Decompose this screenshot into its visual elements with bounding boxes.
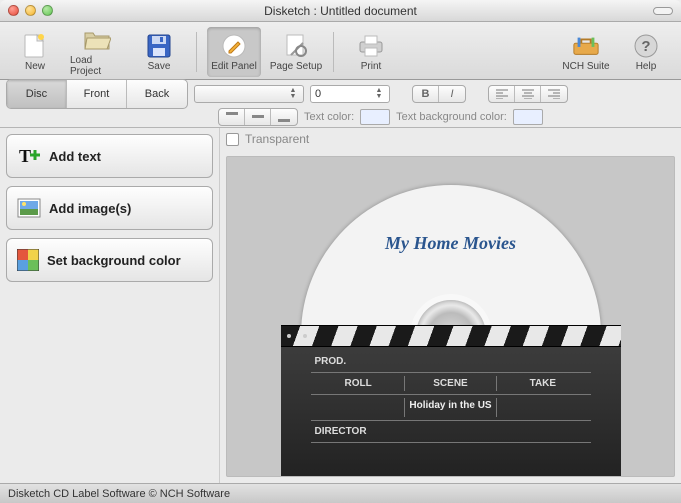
help-button[interactable]: ? Help [619,27,673,77]
text-color-swatch[interactable] [360,109,390,125]
sidebar: T Add text Add image(s) Set background c… [0,128,220,483]
picture-icon [17,198,41,218]
page-setup-icon [282,32,310,60]
client-area: T Add text Add image(s) Set background c… [0,128,681,483]
align-segment [488,85,568,103]
tab-back[interactable]: Back [127,80,187,108]
valign-middle-button[interactable] [245,109,271,125]
new-document-icon [21,32,49,60]
floppy-disk-icon [145,32,173,60]
valign-top-button[interactable] [219,109,245,125]
status-text: Disketch CD Label Software © NCH Softwar… [8,488,230,500]
format-bar: Disc Front Back ▲▼ 0▲▼ B I Text color: T… [0,80,681,128]
tab-disc[interactable]: Disc [7,80,67,108]
svg-text:T: T [19,146,31,166]
font-size-input[interactable]: 0▲▼ [310,85,390,103]
window-title: Disketch : Untitled document [0,4,681,18]
valign-segment [218,108,298,126]
tab-front[interactable]: Front [67,80,127,108]
text-color-label: Text color: [304,111,354,123]
font-select[interactable]: ▲▼ [194,85,304,103]
window-controls [8,5,53,16]
align-left-button[interactable] [489,86,515,102]
disc-title-text[interactable]: My Home Movies [301,233,601,254]
valign-bottom-button[interactable] [271,109,297,125]
print-button[interactable]: Print [344,27,398,77]
main-toolbar: New Load Project Save Edit Panel Pa [0,22,681,80]
edit-panel-button[interactable]: Edit Panel [207,27,261,77]
clapperboard-image[interactable]: PROD. ROLL SCENE TAKE Holiday in the US … [281,325,621,478]
svg-text:?: ? [641,38,650,55]
disc-preview[interactable]: My Home Movies PROD. ROLL SCENE TAKE H [301,185,601,478]
pencil-circle-icon [220,32,248,60]
add-text-button[interactable]: T Add text [6,134,213,178]
align-right-button[interactable] [541,86,567,102]
load-project-button[interactable]: Load Project [70,27,124,77]
view-tabs: Disc Front Back [6,79,188,109]
page-setup-button[interactable]: Page Setup [269,27,323,77]
italic-button[interactable]: I [439,86,465,102]
folder-open-icon [83,27,111,54]
status-bar: Disketch CD Label Software © NCH Softwar… [0,483,681,503]
titlebar: Disketch : Untitled document [0,0,681,22]
bold-button[interactable]: B [413,86,439,102]
text-bgcolor-swatch[interactable] [513,109,543,125]
toolbar-toggle-pill[interactable] [653,7,673,15]
align-center-button[interactable] [515,86,541,102]
printer-icon [357,32,385,60]
new-button[interactable]: New [8,27,62,77]
zoom-window-button[interactable] [42,5,53,16]
add-image-button[interactable]: Add image(s) [6,186,213,230]
close-window-button[interactable] [8,5,19,16]
style-segment: B I [412,85,466,103]
text-bgcolor-label: Text background color: [396,111,507,123]
set-bgcolor-button[interactable]: Set background color [6,238,213,282]
toolbox-icon [572,32,600,60]
color-grid-icon [17,249,39,271]
help-icon: ? [632,32,660,60]
minimize-window-button[interactable] [25,5,36,16]
nch-suite-button[interactable]: NCH Suite [559,27,613,77]
save-button[interactable]: Save [132,27,186,77]
add-text-icon: T [17,144,41,168]
transparent-checkbox[interactable] [226,133,239,146]
canvas[interactable]: My Home Movies PROD. ROLL SCENE TAKE H [226,156,675,477]
transparent-label: Transparent [245,132,309,146]
preview-area: Transparent My Home Movies PROD. ROLL SC… [220,128,681,483]
